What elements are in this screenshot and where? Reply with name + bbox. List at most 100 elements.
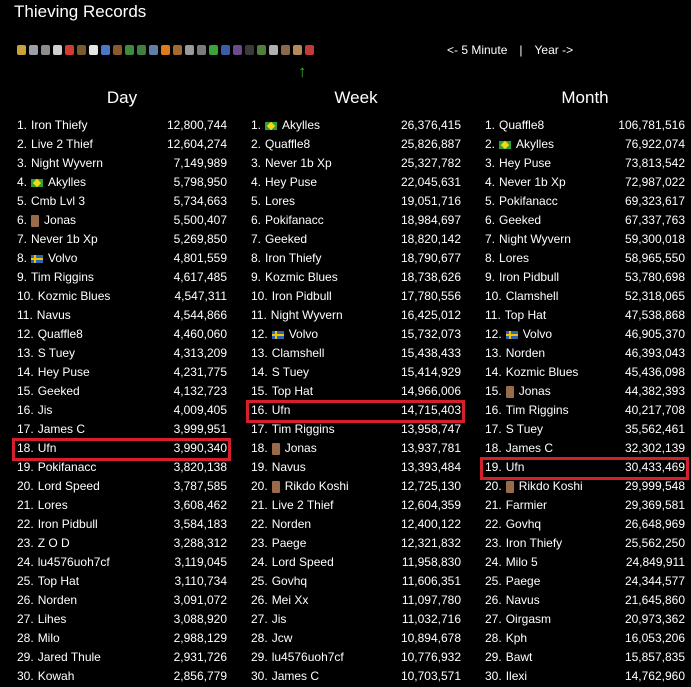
ehp-icon[interactable]	[304, 43, 315, 57]
mining-icon[interactable]	[196, 43, 207, 57]
player-entry[interactable]: 4. Hey Puse	[251, 173, 317, 192]
player-name[interactable]: Live 2 Thief	[272, 496, 334, 515]
player-name[interactable]: Geeked	[38, 382, 80, 401]
player-name[interactable]: Kph	[506, 629, 527, 648]
player-entry[interactable]: 14. Kozmic Blues	[485, 363, 578, 382]
player-entry[interactable]: 10. Kozmic Blues	[17, 287, 110, 306]
player-name[interactable]: Hey Puse	[499, 154, 551, 173]
player-entry[interactable]: 27. Oirgasm	[485, 610, 551, 629]
player-entry[interactable]: 11. Night Wyvern	[251, 306, 343, 325]
player-name[interactable]: Mei Xx	[272, 591, 309, 610]
player-entry[interactable]: 29. Jared Thule	[17, 648, 101, 667]
player-name[interactable]: Farmier	[506, 496, 547, 515]
player-entry[interactable]: 7. Geeked	[251, 230, 307, 249]
player-entry[interactable]: 4. Akylles	[17, 173, 86, 192]
strength-icon[interactable]	[52, 43, 63, 57]
player-entry[interactable]: 18. Jonas	[251, 439, 317, 458]
player-name[interactable]: Kozmic Blues	[506, 363, 579, 382]
player-name[interactable]: Never 1b Xp	[31, 230, 98, 249]
firemaking-icon[interactable]	[160, 43, 171, 57]
player-name[interactable]: Lord Speed	[38, 477, 100, 496]
hitpoints-icon[interactable]	[64, 43, 75, 57]
player-entry[interactable]: 27. Jis	[251, 610, 286, 629]
player-name[interactable]: Volvo	[48, 249, 77, 268]
crafting-icon[interactable]	[172, 43, 183, 57]
player-name[interactable]: Iron Pidbull	[272, 287, 332, 306]
player-entry[interactable]: 22. Govhq	[485, 515, 541, 534]
attack-icon[interactable]	[28, 43, 39, 57]
player-entry[interactable]: 13. Clamshell	[251, 344, 324, 363]
player-name[interactable]: Navus	[272, 458, 306, 477]
defence-icon[interactable]	[40, 43, 51, 57]
player-name[interactable]: Govhq	[272, 572, 307, 591]
herblore-icon[interactable]	[208, 43, 219, 57]
player-entry[interactable]: 16. Ufn	[251, 401, 290, 420]
player-entry[interactable]: 6. Jonas	[17, 211, 76, 230]
fletching-icon[interactable]	[136, 43, 147, 57]
player-entry[interactable]: 13. Norden	[485, 344, 545, 363]
player-name[interactable]: Pokifanacc	[38, 458, 97, 477]
player-entry[interactable]: 24. Milo 5	[485, 553, 538, 572]
player-name[interactable]: Jonas	[519, 382, 551, 401]
player-entry[interactable]: 22. Norden	[251, 515, 311, 534]
player-entry[interactable]: 2. Akylles	[485, 135, 554, 154]
player-name[interactable]: Never 1b Xp	[265, 154, 332, 173]
player-name[interactable]: Volvo	[289, 325, 318, 344]
player-entry[interactable]: 30. Ilexi	[485, 667, 527, 686]
player-entry[interactable]: 25. Govhq	[251, 572, 307, 591]
player-entry[interactable]: 20. Rikdo Koshi	[251, 477, 349, 496]
player-name[interactable]: Lihes	[38, 610, 67, 629]
player-entry[interactable]: 12. Volvo	[485, 325, 552, 344]
player-name[interactable]: Geeked	[499, 211, 541, 230]
player-entry[interactable]: 10. Clamshell	[485, 287, 558, 306]
player-name[interactable]: Ufn	[38, 439, 57, 458]
player-entry[interactable]: 7. Never 1b Xp	[17, 230, 98, 249]
player-entry[interactable]: 3. Night Wyvern	[17, 154, 103, 173]
player-name[interactable]: Hey Puse	[265, 173, 317, 192]
player-entry[interactable]: 12. Volvo	[251, 325, 318, 344]
player-name[interactable]: Ufn	[272, 401, 291, 420]
player-entry[interactable]: 15. Top Hat	[251, 382, 313, 401]
player-name[interactable]: Jcw	[272, 629, 293, 648]
agility-icon[interactable]	[220, 43, 231, 57]
player-name[interactable]: Live 2 Thief	[31, 135, 93, 154]
cooking-icon[interactable]	[112, 43, 123, 57]
player-entry[interactable]: 9. Iron Pidbull	[485, 268, 559, 287]
player-entry[interactable]: 14. S Tuey	[251, 363, 309, 382]
player-entry[interactable]: 26. Norden	[17, 591, 77, 610]
player-entry[interactable]: 19. Ufn	[485, 458, 524, 477]
player-name[interactable]: Jonas	[44, 211, 76, 230]
player-entry[interactable]: 21. Live 2 Thief	[251, 496, 334, 515]
player-name[interactable]: Geeked	[265, 230, 307, 249]
player-name[interactable]: Tim Riggins	[31, 268, 94, 287]
player-entry[interactable]: 11. Navus	[17, 306, 71, 325]
player-name[interactable]: Top Hat	[38, 572, 79, 591]
player-entry[interactable]: 5. Lores	[251, 192, 295, 211]
runecraft-icon[interactable]	[268, 43, 279, 57]
woodcutting-icon[interactable]	[124, 43, 135, 57]
player-entry[interactable]: 16. Jis	[17, 401, 52, 420]
player-name[interactable]: Iron Thiefy	[506, 534, 562, 553]
player-name[interactable]: Paege	[506, 572, 541, 591]
prayer-icon[interactable]	[88, 43, 99, 57]
player-entry[interactable]: 29. lu4576uoh7cf	[251, 648, 344, 667]
player-entry[interactable]: 1. Iron Thiefy	[17, 116, 88, 135]
player-entry[interactable]: 24. lu4576uoh7cf	[17, 553, 110, 572]
player-entry[interactable]: 27. Lihes	[17, 610, 66, 629]
player-name[interactable]: Volvo	[523, 325, 552, 344]
player-entry[interactable]: 5. Pokifanacc	[485, 192, 558, 211]
player-entry[interactable]: 8. Volvo	[17, 249, 77, 268]
player-name[interactable]: Govhq	[506, 515, 541, 534]
player-name[interactable]: Navus	[37, 306, 71, 325]
player-name[interactable]: Navus	[506, 591, 540, 610]
player-entry[interactable]: 5. Cmb Lvl 3	[17, 192, 85, 211]
player-entry[interactable]: 13. S Tuey	[17, 344, 75, 363]
player-entry[interactable]: 30. Kowah	[17, 667, 74, 686]
overall-icon[interactable]	[16, 43, 27, 57]
player-entry[interactable]: 6. Pokifanacc	[251, 211, 324, 230]
player-name[interactable]: Oirgasm	[506, 610, 551, 629]
player-entry[interactable]: 10. Iron Pidbull	[251, 287, 332, 306]
player-name[interactable]: Kozmic Blues	[38, 287, 111, 306]
player-entry[interactable]: 3. Never 1b Xp	[251, 154, 332, 173]
thieving-icon[interactable]	[232, 43, 243, 57]
